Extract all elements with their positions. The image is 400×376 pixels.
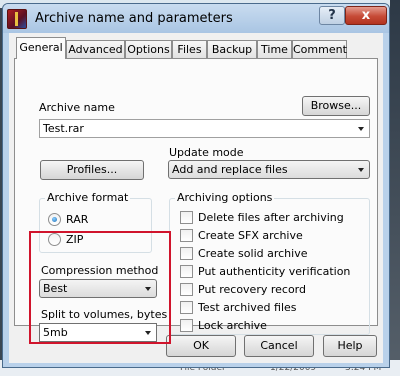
- cancel-button[interactable]: Cancel: [244, 335, 314, 357]
- archive-name-input[interactable]: Test.rar: [39, 119, 370, 138]
- update-mode-select[interactable]: Add and replace files: [168, 160, 370, 179]
- update-mode-value: Add and replace files: [172, 163, 288, 176]
- option-label: Put recovery record: [198, 283, 306, 296]
- archive-name-value: Test.rar: [43, 122, 84, 135]
- checkbox[interactable]: [180, 301, 193, 314]
- archiving-options-group: Archiving options Delete files after arc…: [169, 191, 370, 335]
- tab-files[interactable]: Files: [172, 40, 207, 58]
- checkbox[interactable]: [180, 247, 193, 260]
- checkbox[interactable]: [180, 319, 193, 332]
- red-highlight-box: [29, 231, 171, 344]
- title-bar[interactable]: Archive name and parameters ? x: [3, 4, 389, 33]
- help-button[interactable]: Help: [323, 335, 377, 357]
- tab-backup[interactable]: Backup: [207, 40, 257, 58]
- chevron-down-icon: [358, 168, 364, 172]
- tab-general[interactable]: General: [16, 37, 66, 59]
- option-label: Create solid archive: [198, 247, 308, 260]
- browse-button[interactable]: Browse...: [302, 96, 370, 116]
- option-label: Lock archive: [198, 319, 267, 332]
- winrar-icon: [7, 9, 27, 29]
- option-label: Delete files after archiving: [198, 211, 344, 224]
- ok-button[interactable]: OK: [166, 335, 236, 357]
- archive-name-label: Archive name: [39, 101, 115, 114]
- archive-format-label: Archive format: [45, 191, 131, 204]
- archive-dialog: Archive name and parameters ? x General …: [2, 3, 390, 368]
- checkbox[interactable]: [180, 265, 193, 278]
- checkbox[interactable]: [180, 211, 193, 224]
- tab-comment[interactable]: Comment: [292, 40, 347, 58]
- tab-time[interactable]: Time: [257, 40, 292, 58]
- option-label: Create SFX archive: [198, 229, 303, 242]
- profiles-button[interactable]: Profiles...: [40, 160, 144, 180]
- tab-advanced[interactable]: Advanced: [66, 40, 125, 58]
- title-help-button[interactable]: ?: [319, 6, 345, 25]
- dialog-client: General Advanced Options Files Backup Ti…: [9, 33, 383, 363]
- radio-rar-label: RAR: [66, 213, 89, 226]
- radio-rar[interactable]: [48, 213, 61, 226]
- option-label: Test archived files: [198, 301, 297, 314]
- title-close-button[interactable]: x: [345, 6, 387, 25]
- update-mode-label: Update mode: [169, 146, 244, 159]
- tab-options[interactable]: Options: [125, 40, 172, 58]
- option-label: Put authenticity verification: [198, 265, 351, 278]
- window-title: Archive name and parameters: [35, 11, 233, 26]
- checkbox[interactable]: [180, 283, 193, 296]
- archiving-options-label: Archiving options: [175, 191, 275, 204]
- chevron-down-icon: [358, 127, 364, 131]
- checkbox[interactable]: [180, 229, 193, 242]
- desktop-right-strip: [390, 0, 400, 376]
